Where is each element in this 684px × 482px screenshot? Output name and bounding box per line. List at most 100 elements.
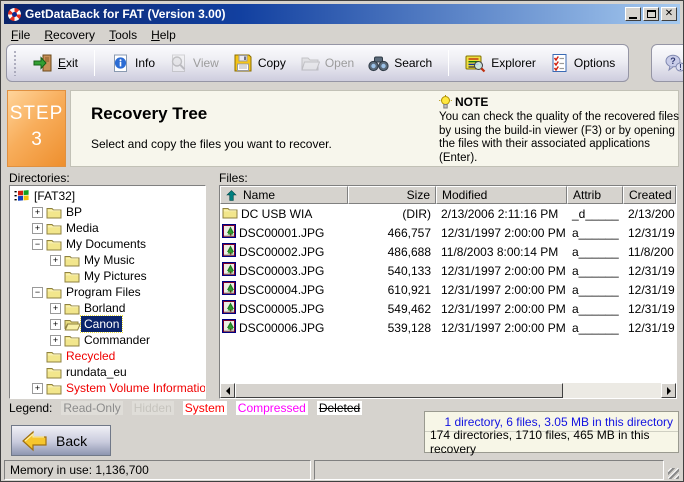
file-modified: 12/31/1997 2:00:00 PM (436, 299, 567, 318)
lightbulb-icon (439, 95, 452, 109)
column-header-modified[interactable]: Modified (436, 186, 567, 204)
scroll-right-button[interactable] (661, 383, 676, 398)
scrollbar-track[interactable] (563, 383, 661, 398)
tree-item-my-documents[interactable]: − My Documents (10, 236, 205, 252)
tree-expander-plus[interactable]: + (50, 303, 61, 314)
file-created: 12/31/19 (623, 299, 676, 318)
folder-icon (64, 254, 81, 267)
search-binoculars-icon (368, 54, 389, 73)
copy-button[interactable]: Copy (226, 50, 293, 76)
column-header-size[interactable]: Size (348, 186, 436, 204)
file-row[interactable]: DSC00004.JPG610,92112/31/1997 2:00:00 PM… (220, 280, 676, 299)
tree-item-rundata-eu[interactable]: rundata_eu (10, 364, 205, 380)
tree-item-system-volume-information[interactable]: +System Volume Information (10, 380, 205, 396)
file-row[interactable]: DSC00003.JPG540,13312/31/1997 2:00:00 PM… (220, 261, 676, 280)
folder-icon (64, 270, 81, 283)
tree-item-borland[interactable]: +Borland (10, 300, 205, 316)
menu-help[interactable]: Help (144, 27, 183, 43)
menu-tools[interactable]: Tools (102, 27, 144, 43)
copy-label: Copy (258, 56, 286, 70)
file-attrib: a______ (567, 280, 623, 299)
legend-system: System (183, 401, 227, 415)
folder-icon (64, 302, 81, 315)
tree-item-bp[interactable]: +BP (10, 204, 205, 220)
title-bar: GetDataBack for FAT (Version 3.00) ✕ (4, 4, 680, 24)
tree-item-label: My Documents (63, 236, 149, 252)
explorer-button[interactable]: Explorer (458, 50, 543, 76)
sort-ascending-icon (226, 190, 237, 201)
tree-item-commander[interactable]: +Commander (10, 332, 205, 348)
tree-expander-blank (32, 351, 43, 362)
tree-item-my-pictures[interactable]: My Pictures (10, 268, 205, 284)
file-row[interactable]: DSC00005.JPG549,46212/31/1997 2:00:00 PM… (220, 299, 676, 318)
tree-expander-plus[interactable]: + (32, 223, 43, 234)
options-label: Options (574, 56, 615, 70)
svg-text:!: ! (679, 63, 682, 72)
tree-item-my-music[interactable]: +My Music (10, 252, 205, 268)
column-header-name[interactable]: Name (220, 186, 348, 204)
file-name-cell: DSC00003.JPG (220, 261, 348, 280)
tree-expander-plus[interactable]: + (50, 319, 61, 330)
menu-file[interactable]: File (4, 27, 37, 43)
tree-expander-plus[interactable]: + (50, 255, 61, 266)
horizontal-scrollbar (220, 383, 676, 398)
app-window: GetDataBack for FAT (Version 3.00) ✕ Fil… (0, 0, 684, 482)
column-header-attrib[interactable]: Attrib (567, 186, 623, 204)
tree-item-media[interactable]: +Media (10, 220, 205, 236)
files-label: Files: (219, 171, 248, 185)
image-file-icon (222, 300, 236, 317)
close-button[interactable]: ✕ (661, 7, 677, 21)
directory-tree: [FAT32]+BP+Media − My Documents+My MusicMy… (9, 185, 206, 399)
search-button[interactable]: Search (361, 51, 439, 76)
file-size: 610,921 (348, 280, 436, 299)
file-size: 549,462 (348, 299, 436, 318)
info-icon (111, 54, 130, 73)
tree-item--fat32-[interactable]: [FAT32] (10, 188, 205, 204)
tree-expander-plus[interactable]: + (32, 383, 43, 394)
file-row[interactable]: DSC00001.JPG466,75712/31/1997 2:00:00 PM… (220, 223, 676, 242)
window-title: GetDataBack for FAT (Version 3.00) (25, 7, 623, 21)
file-size: 539,128 (348, 318, 436, 337)
exit-button[interactable]: Exit (26, 50, 85, 76)
menu-recovery[interactable]: Recovery (37, 27, 102, 43)
resize-grip[interactable] (667, 460, 680, 480)
maximize-button[interactable] (643, 7, 659, 21)
note-block: NOTE You can check the quality of the re… (439, 95, 681, 165)
tree-expander-plus[interactable]: + (32, 207, 43, 218)
back-arrow-icon (22, 430, 48, 452)
legend-hidden: Hidden (132, 401, 174, 415)
tree-expander-minus[interactable]: − (32, 287, 43, 298)
scrollbar-thumb[interactable] (235, 383, 563, 398)
file-name-cell: DSC00004.JPG (220, 280, 348, 299)
file-name: DSC00002.JPG (239, 245, 324, 259)
step-box: STEP 3 (7, 90, 66, 167)
file-row[interactable]: DSC00006.JPG 539,12812/31/1997 2:00:00 PM… (220, 318, 676, 337)
column-header-created[interactable]: Created (623, 186, 676, 204)
page-title: Recovery Tree (91, 104, 207, 124)
file-attrib: a______ (567, 261, 623, 280)
file-row[interactable]: DSC00002.JPG486,68811/8/2003 8:00:14 PMa… (220, 242, 676, 261)
info-button[interactable]: Info (104, 51, 162, 76)
file-modified: 12/31/1997 2:00:00 PM (436, 280, 567, 299)
scroll-left-button[interactable] (220, 383, 235, 398)
options-button[interactable]: Options (543, 50, 622, 76)
file-name: DSC00006.JPG (239, 321, 324, 335)
tree-expander-minus[interactable]: − (32, 239, 43, 250)
menu-bar: File Recovery Tools Help (4, 26, 680, 43)
minimize-button[interactable] (625, 7, 641, 21)
file-attrib: a______ (567, 223, 623, 242)
tree-item-canon[interactable]: +Canon (10, 316, 205, 332)
step-number: 3 (8, 129, 65, 151)
file-modified: 12/31/1997 2:00:00 PM (436, 318, 567, 337)
tree-expander-plus[interactable]: + (50, 335, 61, 346)
files-panel: Name Size Modified Attrib Created DC USB… (219, 185, 677, 399)
file-name-cell: DSC00006.JPG (220, 318, 348, 337)
toolbar-grip[interactable] (13, 50, 18, 76)
tree-item-recycled[interactable]: Recycled (10, 348, 205, 364)
back-button[interactable]: Back (11, 425, 111, 456)
file-row[interactable]: DC USB WIA(DIR)2/13/2006 2:11:16 PM_d___… (220, 204, 676, 223)
help-button[interactable]: ? ! Help (658, 51, 684, 76)
legend-deleted: Deleted (317, 401, 362, 415)
file-created: 12/31/19 (623, 261, 676, 280)
tree-item-program-files[interactable]: −Program Files (10, 284, 205, 300)
